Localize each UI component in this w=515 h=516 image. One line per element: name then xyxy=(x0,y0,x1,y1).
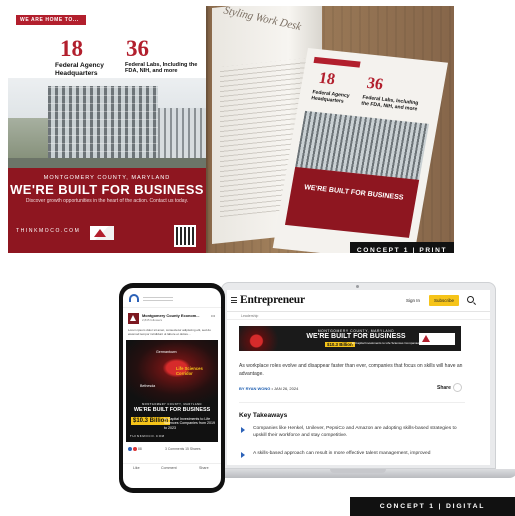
avatar[interactable] xyxy=(128,313,139,324)
stat-number: 18 xyxy=(317,69,337,89)
article-lede: As workplace roles evolve and disappear … xyxy=(239,363,463,377)
building-photo xyxy=(8,78,206,168)
share-button[interactable]: Share xyxy=(437,383,462,392)
corridor-map xyxy=(239,326,297,351)
headline: WE'RE BUILT FOR BUSINESS xyxy=(10,182,204,197)
home-strip: WE ARE HOME TO... xyxy=(16,15,86,25)
moco-logo xyxy=(90,226,114,240)
concept-digital-tag: CONCEPT 1 | DIGITAL xyxy=(350,497,515,516)
stat-number: 36 xyxy=(365,74,385,94)
search-icon[interactable] xyxy=(467,296,474,303)
post-stats[interactable]: 3 Comments 15 Shares xyxy=(165,447,201,451)
subscribe-button[interactable]: Subscribe xyxy=(429,295,459,306)
tagline: Discover growth opportunities in the hea… xyxy=(25,198,189,204)
like-button[interactable]: Like xyxy=(133,466,140,470)
takeaway-item: Companies like Henkel, Unilever, PepsiCo… xyxy=(239,425,465,439)
link-icon[interactable] xyxy=(452,383,462,392)
moco-logo xyxy=(419,333,455,345)
qr-code-icon xyxy=(174,225,196,247)
county-label: MONTGOMERY COUNTY, MARYLAND xyxy=(43,175,171,181)
site-logo[interactable]: Entrepreneur xyxy=(240,294,305,306)
takeaways-heading: Key Takeaways xyxy=(239,412,288,419)
app-logo-icon[interactable] xyxy=(129,294,139,302)
website-url: THINKMOCO.COM xyxy=(16,228,81,234)
sub-nav[interactable]: Leadership xyxy=(227,312,490,320)
app-header xyxy=(123,288,221,308)
print-flyer: WE ARE HOME TO... 18 Federal Agency Head… xyxy=(8,6,206,253)
more-icon[interactable]: ••• xyxy=(211,313,215,318)
sign-in-link[interactable]: Sign In xyxy=(406,298,420,303)
menu-icon[interactable] xyxy=(231,297,237,303)
reaction-count[interactable]: 88 xyxy=(128,447,142,452)
laptop-screen: Entrepreneur Sign In Subscribe Leadershi… xyxy=(227,290,490,465)
concept-print-tag: CONCEPT 1 | PRINT xyxy=(350,242,454,253)
magazine-heading: Styling Work Desk xyxy=(222,6,303,34)
sponsored-ad[interactable]: Germantown Life Sciences Corridor Bethes… xyxy=(126,340,218,442)
print-mockup: WE ARE HOME TO... 18 Federal Agency Head… xyxy=(8,6,454,253)
camera-icon xyxy=(356,285,359,288)
stat-label: Federal Labs, Including the FDA, NIH, an… xyxy=(125,62,198,75)
post-text: Lorem ipsum dolor sit amet, consectetur … xyxy=(128,328,211,336)
banner-ad[interactable]: MONTGOMERY COUNTY, MARYLAND WE'RE BUILT … xyxy=(239,326,461,351)
stat-label: Federal Agency Headquarters xyxy=(310,89,351,105)
open-magazine: Styling Work Desk 18 Federal Agency Head… xyxy=(212,6,448,253)
headline: WE'RE BUILT FOR BUSINESS xyxy=(303,184,404,202)
phone-screen: Montgomery County Econom... 2,845 follow… xyxy=(123,288,221,488)
stat-number: 36 xyxy=(126,36,149,61)
stat-label: Federal Labs, Including the FDA, NIH, an… xyxy=(360,94,419,113)
stat-number: 18 xyxy=(60,36,83,61)
comment-button[interactable]: Comment xyxy=(161,466,177,470)
site-header: Entrepreneur Sign In Subscribe xyxy=(227,290,490,312)
byline: BY RYAN WONG • JAN 26, 2024 xyxy=(239,386,299,391)
follower-count: 2,845 followers xyxy=(142,318,163,322)
takeaway-item: A skills-based approach can result in mo… xyxy=(239,450,465,458)
share-button[interactable]: Share xyxy=(199,466,209,470)
stat-label: Federal Agency Headquarters xyxy=(55,62,104,77)
